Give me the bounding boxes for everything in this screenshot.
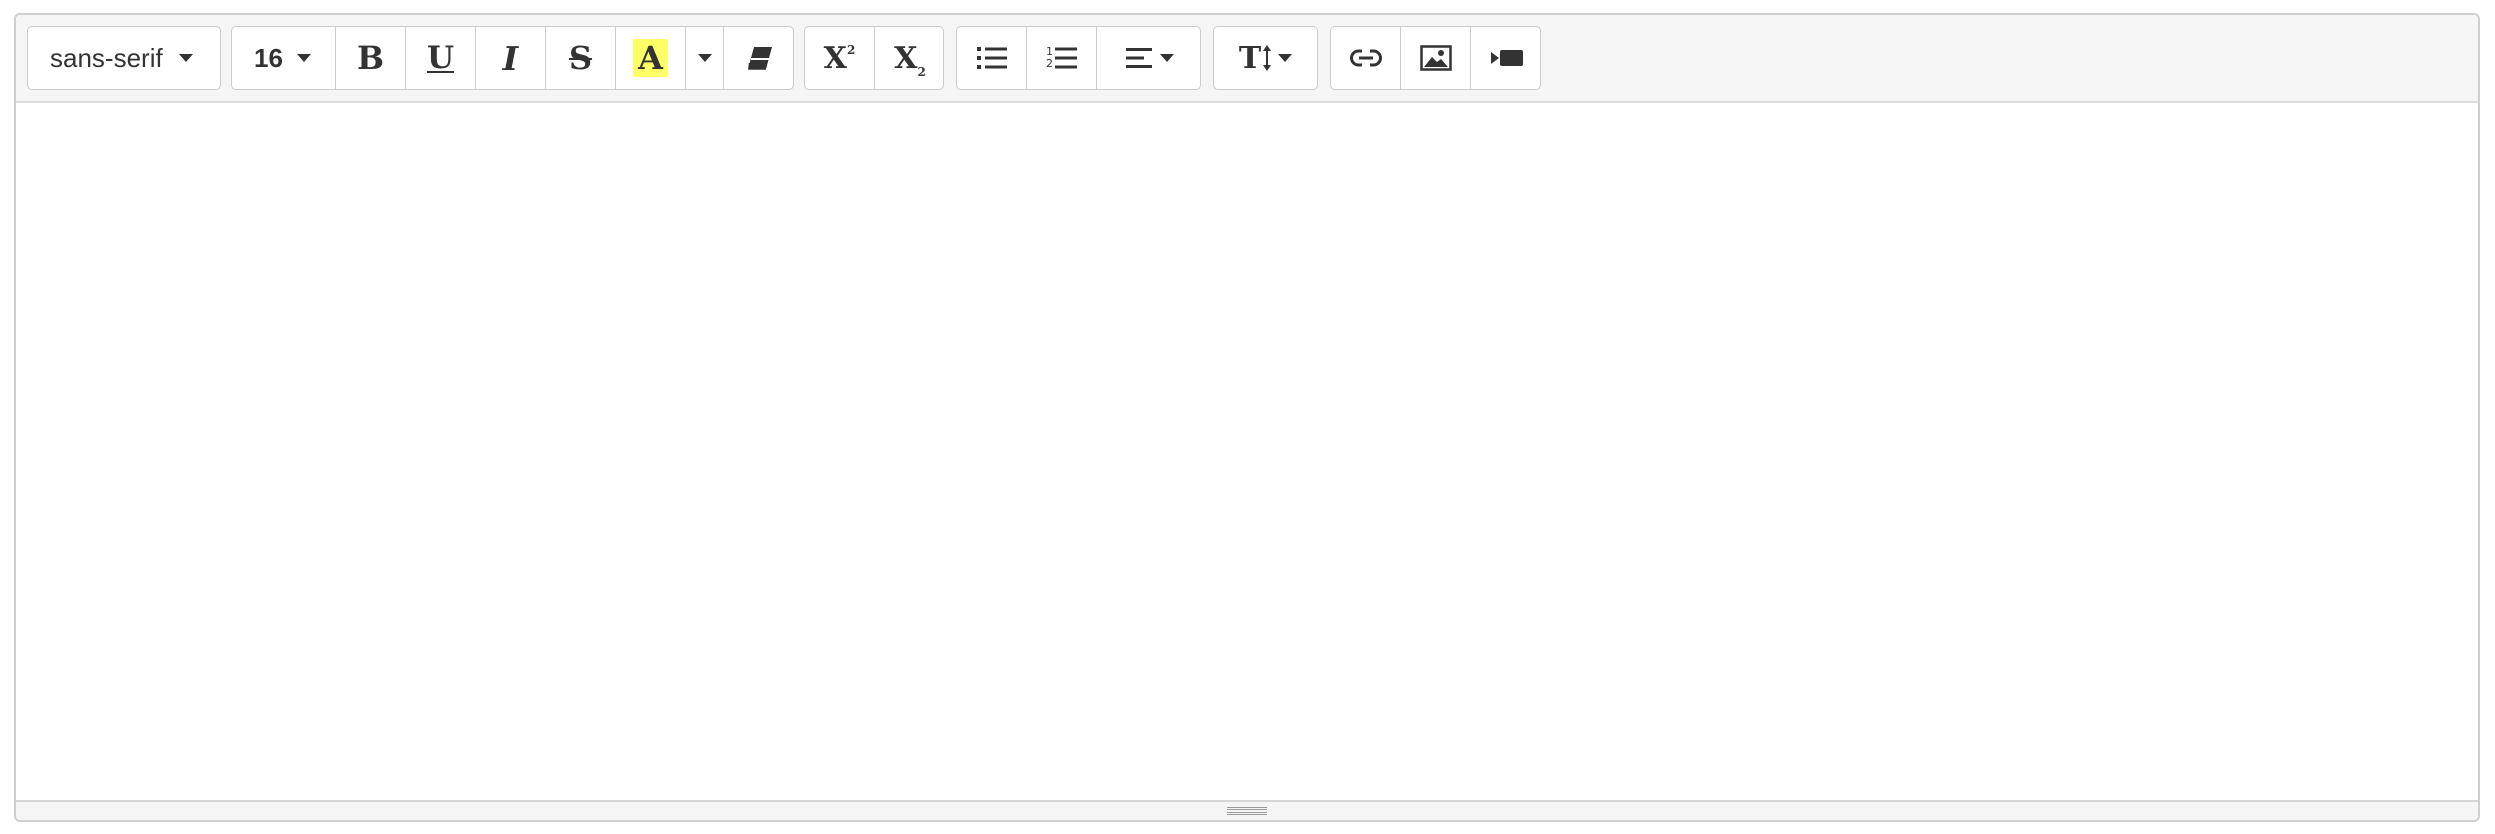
video-icon (1490, 50, 1523, 66)
chevron-down-icon (1159, 54, 1174, 62)
insert-group (1330, 26, 1541, 90)
editor-statusbar (16, 800, 2478, 820)
link-icon (1349, 49, 1382, 67)
chevron-down-icon (296, 54, 311, 62)
insert-image-button[interactable] (1401, 27, 1471, 89)
editor-toolbar: sans-serif 16 B U I S A X2 X2 1 2 T (16, 15, 2478, 103)
eraser-button[interactable] (724, 27, 793, 89)
bold-icon: B (356, 39, 385, 77)
chevron-down-icon (1278, 54, 1293, 62)
bold-button[interactable]: B (336, 27, 406, 89)
font-size-dropdown[interactable]: 16 (232, 27, 336, 89)
italic-button[interactable]: I (476, 27, 546, 89)
font-family-label: sans-serif (50, 42, 163, 73)
underline-icon: U (426, 40, 455, 76)
rich-text-editor: sans-serif 16 B U I S A X2 X2 1 2 T (14, 13, 2480, 822)
paragraph-group: 1 2 (956, 26, 1201, 90)
unordered-list-button[interactable] (957, 27, 1027, 89)
underline-button[interactable]: U (406, 27, 476, 89)
script-group: X2 X2 (804, 26, 944, 90)
align-dropdown-button[interactable] (1097, 27, 1200, 89)
ordered-list-icon: 1 2 (1046, 46, 1077, 70)
insert-link-button[interactable] (1331, 27, 1401, 89)
insert-video-button[interactable] (1471, 27, 1540, 89)
superscript-button[interactable]: X2 (805, 27, 875, 89)
italic-icon: I (502, 38, 519, 78)
color-dropdown-button[interactable] (686, 27, 724, 89)
chevron-down-icon (178, 54, 193, 62)
editor-content-area[interactable] (16, 103, 2478, 800)
superscript-icon: X2 (823, 40, 856, 76)
ordered-list-button[interactable]: 1 2 (1027, 27, 1097, 89)
align-left-icon (1125, 48, 1152, 68)
line-height-dropdown-button[interactable]: T (1214, 27, 1317, 89)
resize-handle[interactable] (1227, 806, 1267, 816)
highlight-color-icon: A (633, 39, 668, 77)
font-size-label: 16 (254, 42, 283, 73)
font-family-dropdown[interactable]: sans-serif (28, 27, 220, 89)
line-height-group: T (1213, 26, 1318, 90)
eraser-icon (747, 47, 772, 70)
subscript-button[interactable]: X2 (875, 27, 943, 89)
font-family-group: sans-serif (27, 26, 221, 90)
highlight-color-button[interactable]: A (616, 27, 686, 89)
strikethrough-icon: S (568, 39, 593, 77)
subscript-icon: X2 (894, 40, 926, 79)
text-style-group: 16 B U I S A (231, 26, 794, 90)
image-icon (1419, 45, 1452, 71)
line-height-icon: T (1239, 41, 1272, 76)
strikethrough-button[interactable]: S (546, 27, 616, 89)
unordered-list-icon (976, 47, 1007, 69)
chevron-down-icon (697, 54, 712, 62)
